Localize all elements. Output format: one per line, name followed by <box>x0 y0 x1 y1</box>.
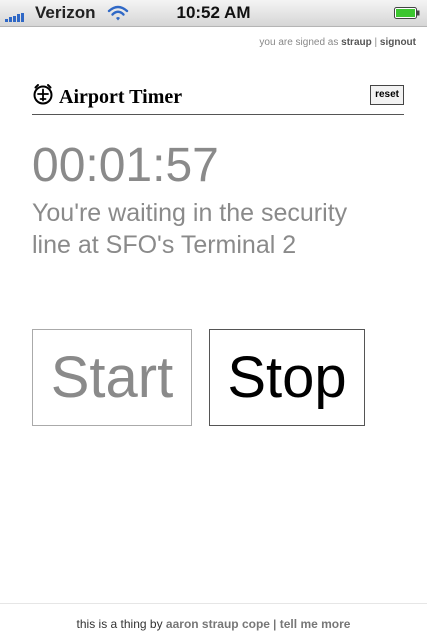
author-link[interactable]: aaron straup cope <box>166 617 270 631</box>
signin-prefix: you are signed as <box>259 37 339 48</box>
username-link[interactable]: straup <box>341 37 372 48</box>
footer-prefix: this is a thing by <box>76 617 163 631</box>
reset-button[interactable]: reset <box>370 85 404 105</box>
stop-button[interactable]: Stop <box>209 329 365 426</box>
signin-separator: | <box>374 37 378 48</box>
status-clock: 10:52 AM <box>176 3 251 22</box>
airplane-clock-icon <box>33 84 53 105</box>
start-button[interactable]: Start <box>32 329 192 426</box>
waiting-message: You're waiting in the security line at S… <box>32 199 348 259</box>
footer-credits: this is a thing by aaron straup cope | t… <box>0 617 427 631</box>
app-title: Airport Timer <box>59 86 183 108</box>
status-bar: Verizon 10:52 AM <box>0 0 427 27</box>
elapsed-timer: 00:01:57 <box>32 139 219 192</box>
signout-link[interactable]: signout <box>380 37 416 48</box>
footer-separator: | <box>273 617 277 631</box>
tell-me-more-link[interactable]: tell me more <box>280 617 351 631</box>
app-header: Airport Timer reset <box>32 83 404 115</box>
signin-status: you are signed as straup | signout <box>259 37 416 48</box>
battery-icon <box>394 7 420 19</box>
footer: this is a thing by aaron straup cope | t… <box>0 603 427 640</box>
